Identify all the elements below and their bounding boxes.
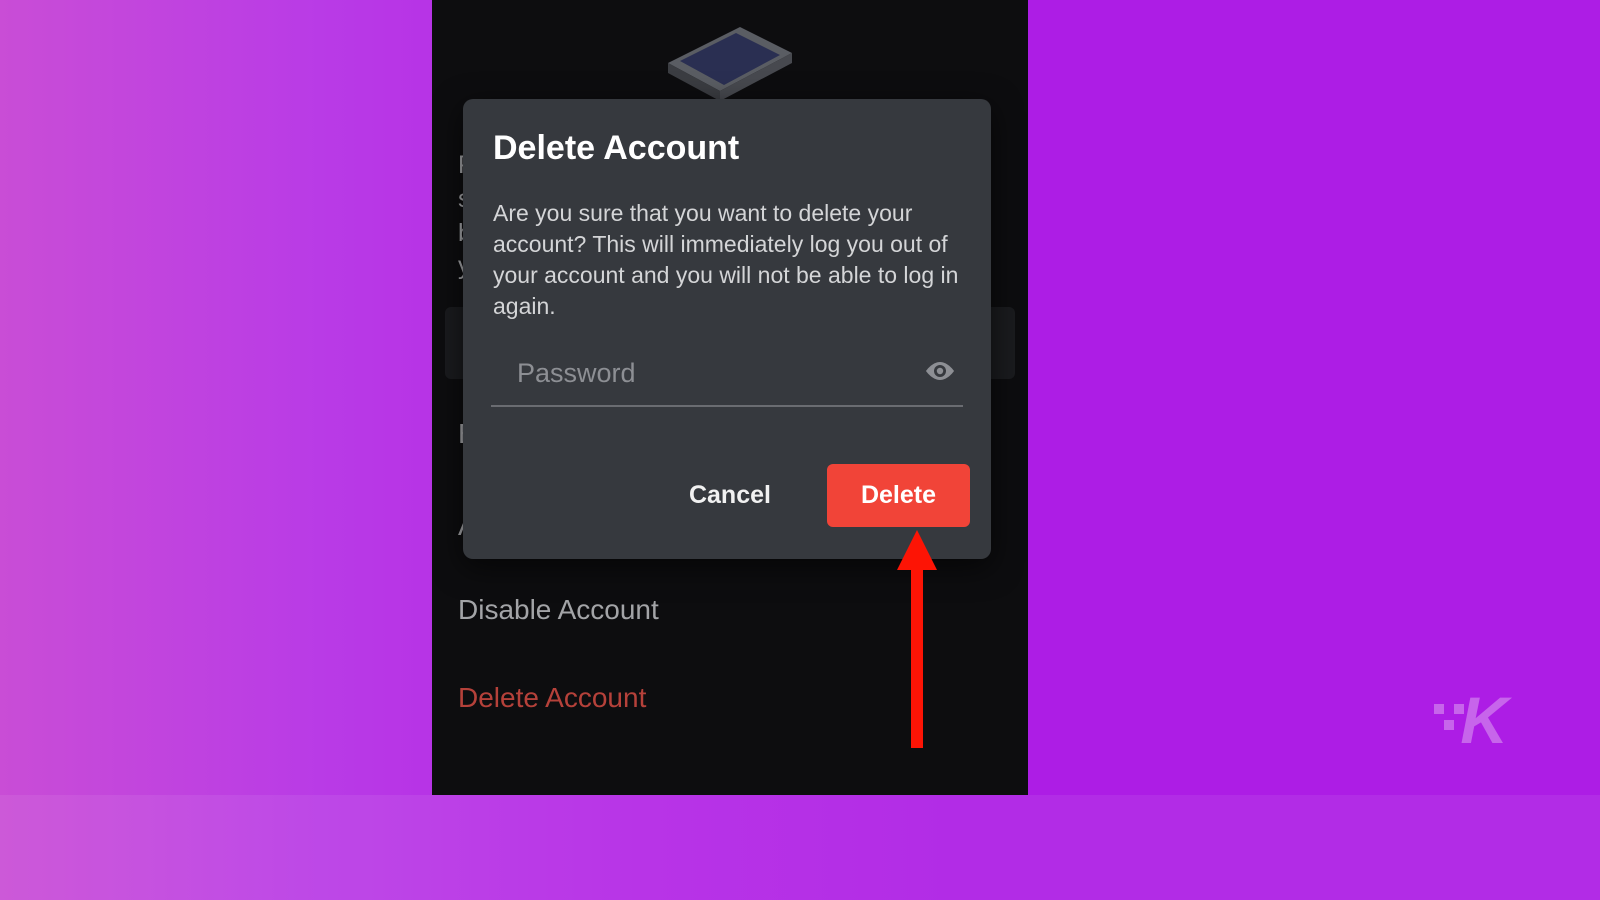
cancel-button[interactable]: Cancel [675, 471, 785, 520]
password-field-row [491, 352, 963, 407]
phone-settings-panel: P s b y E A Disable Account Delete Accou… [432, 0, 1028, 795]
password-input[interactable] [491, 358, 923, 389]
delete-button[interactable]: Delete [827, 464, 970, 527]
eye-icon[interactable] [923, 359, 963, 388]
delete-account-modal: Delete Account Are you sure that you wan… [463, 99, 991, 559]
modal-button-row: Cancel Delete [675, 464, 970, 527]
bottom-bar [0, 795, 1600, 900]
watermark-letter: K [1460, 682, 1506, 758]
modal-title: Delete Account [493, 129, 961, 168]
modal-description: Are you sure that you want to delete you… [493, 198, 961, 322]
delete-account-link[interactable]: Delete Account [458, 682, 646, 714]
disable-account-link[interactable]: Disable Account [458, 594, 659, 626]
annotation-arrow-icon [892, 530, 942, 755]
